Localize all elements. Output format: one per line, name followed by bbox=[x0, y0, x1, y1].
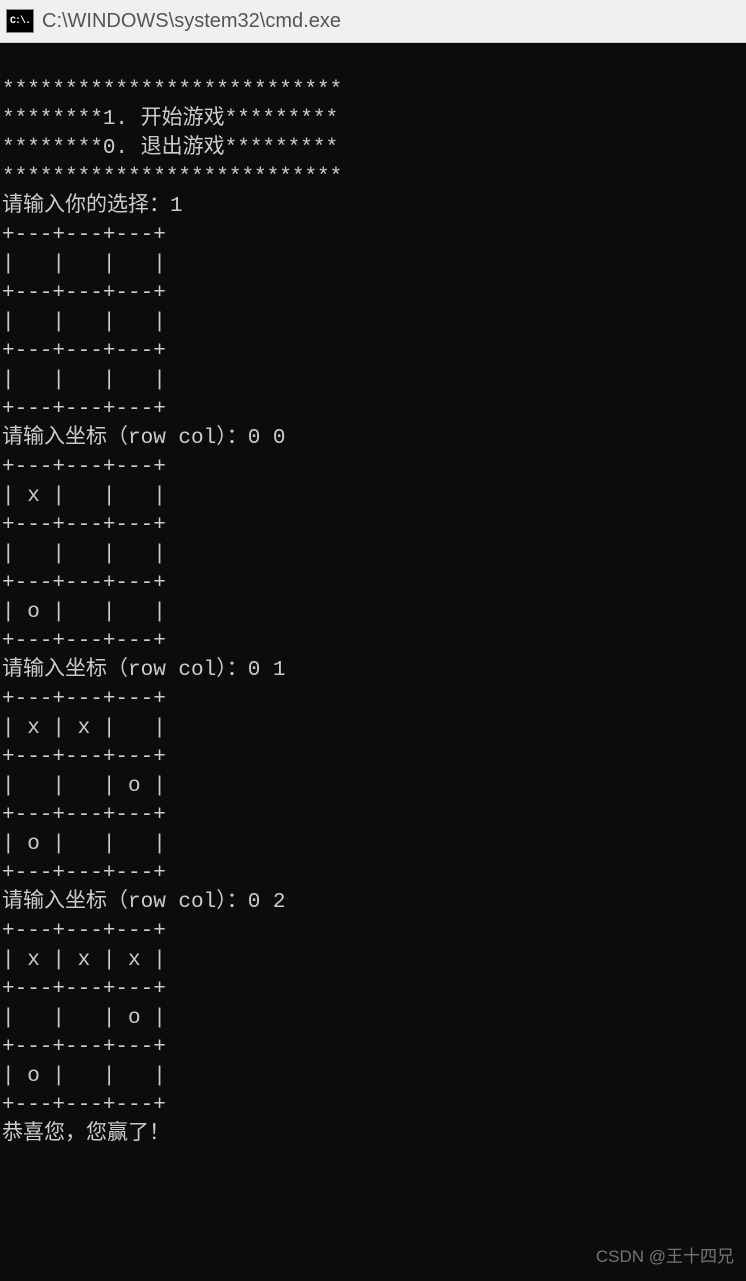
input-coord-3[interactable]: 0 2 bbox=[248, 891, 286, 914]
titlebar: C:\. C:\WINDOWS\system32\cmd.exe bbox=[0, 0, 746, 43]
menu-option-1: ********1. 开始游戏********* bbox=[2, 108, 338, 131]
prompt-coord-3: 请输入坐标（row col）： bbox=[2, 891, 248, 914]
cmd-icon-text: C:\. bbox=[10, 16, 30, 27]
board3-r0: | x | x | x | bbox=[2, 949, 166, 972]
board2-h1: +---+---+---+ bbox=[2, 746, 166, 769]
board0-h0: +---+---+---+ bbox=[2, 224, 166, 247]
cmd-window: { "titlebar": { "icon_text": "C:\\.", "p… bbox=[0, 0, 746, 1280]
menu-border-bottom: *************************** bbox=[2, 166, 342, 189]
board1-h1: +---+---+---+ bbox=[2, 514, 166, 537]
board1-h2: +---+---+---+ bbox=[2, 572, 166, 595]
menu-border-top: *************************** bbox=[2, 79, 342, 102]
board1-r1: | | | | bbox=[2, 543, 166, 566]
board3-h0: +---+---+---+ bbox=[2, 920, 166, 943]
board3-h2: +---+---+---+ bbox=[2, 1036, 166, 1059]
cmd-icon: C:\. bbox=[6, 9, 34, 33]
board2-r0: | x | x | | bbox=[2, 717, 166, 740]
board1-h0: +---+---+---+ bbox=[2, 456, 166, 479]
board0-h3: +---+---+---+ bbox=[2, 398, 166, 421]
menu-option-0: ********0. 退出游戏********* bbox=[2, 137, 338, 160]
console-area[interactable]: *************************** ********1. 开… bbox=[0, 43, 746, 1281]
board0-r0: | | | | bbox=[2, 253, 166, 276]
board1-r2: | o | | | bbox=[2, 601, 166, 624]
board0-h2: +---+---+---+ bbox=[2, 340, 166, 363]
board3-r1: | | | o | bbox=[2, 1007, 166, 1030]
input-coord-1[interactable]: 0 0 bbox=[248, 427, 286, 450]
prompt-choice: 请输入你的选择： bbox=[2, 195, 170, 218]
board0-r1: | | | | bbox=[2, 311, 166, 334]
board1-r0: | x | | | bbox=[2, 485, 166, 508]
input-coord-2[interactable]: 0 1 bbox=[248, 659, 286, 682]
watermark: CSDN @王十四兄 bbox=[596, 1242, 734, 1271]
board2-h3: +---+---+---+ bbox=[2, 862, 166, 885]
board0-h1: +---+---+---+ bbox=[2, 282, 166, 305]
win-message: 恭喜您，您赢了！ bbox=[2, 1123, 170, 1146]
input-choice[interactable]: 1 bbox=[170, 195, 183, 218]
prompt-coord-2: 请输入坐标（row col）： bbox=[2, 659, 248, 682]
board2-h2: +---+---+---+ bbox=[2, 804, 166, 827]
board0-r2: | | | | bbox=[2, 369, 166, 392]
board3-r2: | o | | | bbox=[2, 1065, 166, 1088]
board2-r1: | | | o | bbox=[2, 775, 166, 798]
board2-r2: | o | | | bbox=[2, 833, 166, 856]
board1-h3: +---+---+---+ bbox=[2, 630, 166, 653]
board2-h0: +---+---+---+ bbox=[2, 688, 166, 711]
board3-h3: +---+---+---+ bbox=[2, 1094, 166, 1117]
board3-h1: +---+---+---+ bbox=[2, 978, 166, 1001]
prompt-coord-1: 请输入坐标（row col）： bbox=[2, 427, 248, 450]
window-title: C:\WINDOWS\system32\cmd.exe bbox=[42, 10, 341, 33]
